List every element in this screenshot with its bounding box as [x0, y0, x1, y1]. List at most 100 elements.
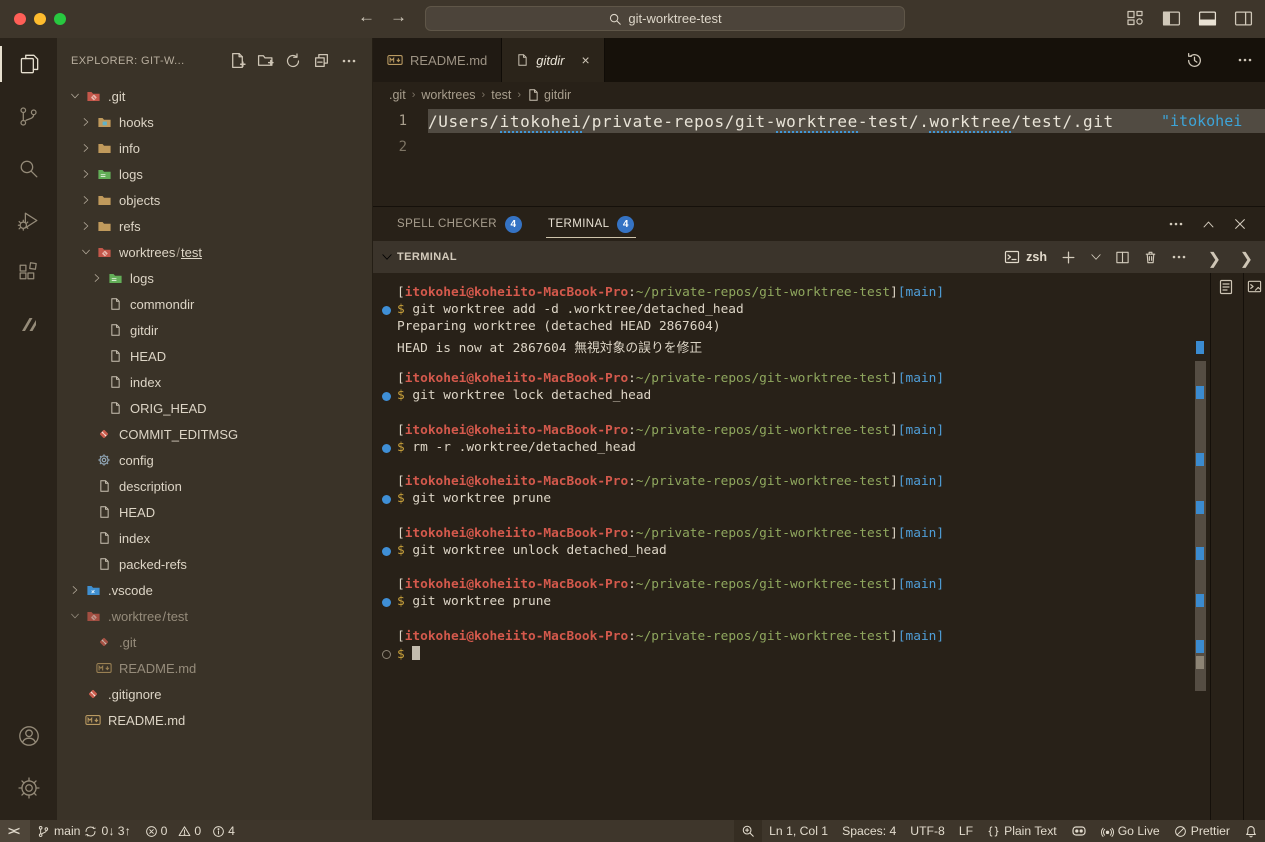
statusbar-language-mode[interactable]: Plain Text: [980, 820, 1064, 842]
tree-item-hooks[interactable]: hooks: [57, 109, 372, 135]
tree-item-worktrees[interactable]: worktrees/test: [57, 239, 372, 265]
tab-readme.md[interactable]: README.md: [373, 38, 502, 82]
statusbar-indentation[interactable]: Spaces: 4: [835, 820, 903, 842]
terminal-split-pane[interactable]: [1210, 273, 1243, 821]
remote-indicator[interactable]: ><: [0, 820, 30, 842]
tree-item-packed-refs[interactable]: packed-refs: [57, 551, 372, 577]
tree-item-worktree[interactable]: .worktree/test: [57, 603, 372, 629]
tree-item-info[interactable]: info: [57, 135, 372, 161]
chevron-right-icon[interactable]: [77, 166, 94, 182]
chevron-right-icon[interactable]: [77, 140, 94, 156]
chevron-right-icon[interactable]: ❯: [1208, 249, 1221, 269]
statusbar-encoding[interactable]: UTF-8: [903, 820, 952, 842]
chevron-down-icon[interactable]: [77, 244, 94, 260]
forward-button[interactable]: →: [390, 7, 407, 27]
new-file-icon[interactable]: [228, 52, 246, 70]
chevron-down-icon[interactable]: [66, 608, 83, 624]
command-center-search[interactable]: git-worktree-test: [425, 6, 905, 31]
tree-item-git[interactable]: .git: [57, 83, 372, 109]
more-actions-icon[interactable]: [1237, 52, 1253, 68]
activity-bar-extensions[interactable]: [0, 246, 57, 298]
breadcrumb-item[interactable]: .git: [389, 88, 406, 102]
command-decoration[interactable]: [382, 650, 391, 659]
back-button[interactable]: ←: [358, 7, 375, 27]
statusbar-go-live[interactable]: Go Live: [1094, 820, 1167, 842]
chevron-right-icon[interactable]: ❯: [1240, 249, 1253, 269]
chevron-down-icon[interactable]: [66, 88, 83, 104]
tree-item-commondir[interactable]: commondir: [57, 291, 372, 317]
toggle-panel-icon[interactable]: [1197, 8, 1217, 28]
activity-bar-accounts[interactable]: [0, 710, 57, 762]
tree-item-logs[interactable]: logs: [57, 161, 372, 187]
activity-bar-run-debug[interactable]: [0, 194, 57, 246]
breadcrumb-item[interactable]: worktrees: [421, 88, 475, 102]
chevron-down-icon[interactable]: [1090, 251, 1102, 263]
statusbar-eol[interactable]: LF: [952, 820, 980, 842]
chevron-right-icon[interactable]: [77, 192, 94, 208]
command-decoration[interactable]: [382, 392, 391, 401]
activity-bar-search[interactable]: [0, 142, 57, 194]
tree-item-git[interactable]: .git: [57, 629, 372, 655]
new-terminal-icon[interactable]: [1060, 249, 1077, 266]
refresh-icon[interactable]: [284, 52, 302, 70]
statusbar-cursor-position[interactable]: Ln 1, Col 1: [762, 820, 835, 842]
command-decoration[interactable]: [382, 444, 391, 453]
tree-item-readme.md[interactable]: README.md: [57, 655, 372, 681]
close-icon[interactable]: [1233, 217, 1247, 231]
chevron-right-icon[interactable]: [88, 270, 105, 286]
panel-tab-terminal[interactable]: TERMINAL4: [548, 207, 634, 241]
chevron-right-icon[interactable]: [77, 218, 94, 234]
terminal[interactable]: [itokohei@koheiito-MacBook-Pro:~/private…: [373, 273, 1210, 821]
history-icon[interactable]: [1186, 52, 1203, 69]
editor-line[interactable]: 2: [373, 134, 1265, 160]
toggle-secondary-sidebar-icon[interactable]: [1233, 8, 1253, 28]
tree-item-head[interactable]: HEAD: [57, 499, 372, 525]
collapse-all-icon[interactable]: [312, 52, 330, 70]
tree-item-objects[interactable]: objects: [57, 187, 372, 213]
tree-item-readme.md[interactable]: README.md: [57, 707, 372, 733]
chevron-right-icon[interactable]: [77, 114, 94, 130]
activity-bar-source-control[interactable]: [0, 90, 57, 142]
statusbar-zoom-indicator[interactable]: [734, 820, 762, 842]
minimize-window-button[interactable]: [34, 13, 46, 25]
editor-content[interactable]: 1/Users/itokohei/private-repos/git-workt…: [373, 108, 1265, 206]
zoom-window-button[interactable]: [54, 13, 66, 25]
tree-item-orig_head[interactable]: ORIG_HEAD: [57, 395, 372, 421]
tree-item-description[interactable]: description: [57, 473, 372, 499]
tree-item-config[interactable]: config: [57, 447, 372, 473]
tree-item-index[interactable]: index: [57, 525, 372, 551]
statusbar-notifications[interactable]: [1237, 820, 1265, 842]
activity-bar-live-server[interactable]: [0, 298, 57, 350]
more-actions-icon[interactable]: [340, 52, 358, 70]
terminal-split-pane[interactable]: [1243, 273, 1265, 821]
problems-status[interactable]: 004: [138, 820, 249, 842]
chevron-right-icon[interactable]: [66, 582, 83, 598]
tree-item-logs[interactable]: logs: [57, 265, 372, 291]
tree-item-head[interactable]: HEAD: [57, 343, 372, 369]
shell-indicator[interactable]: zsh: [1004, 249, 1047, 265]
command-decoration[interactable]: [382, 547, 391, 556]
command-decoration[interactable]: [382, 495, 391, 504]
tree-item-gitdir[interactable]: gitdir: [57, 317, 372, 343]
split-icon[interactable]: [1115, 250, 1130, 265]
breadcrumb-item[interactable]: test: [491, 88, 511, 102]
command-decoration[interactable]: [382, 598, 391, 607]
close-tab-button[interactable]: ×: [581, 52, 589, 68]
tab-gitdir[interactable]: gitdir×: [502, 38, 604, 82]
statusbar-copilot[interactable]: [1064, 820, 1094, 842]
breadcrumb-item[interactable]: gitdir: [544, 88, 571, 102]
breadcrumb[interactable]: .git›worktrees›test›gitdir: [373, 82, 1265, 108]
tree-item-refs[interactable]: refs: [57, 213, 372, 239]
toggle-sidebar-icon[interactable]: [1161, 8, 1181, 28]
tree-item-index[interactable]: index: [57, 369, 372, 395]
more-actions-icon[interactable]: [1168, 216, 1184, 232]
command-decoration[interactable]: [382, 306, 391, 315]
activity-bar-explorer[interactable]: [0, 38, 57, 90]
statusbar-prettier[interactable]: Prettier: [1167, 820, 1237, 842]
editor-line[interactable]: 1/Users/itokohei/private-repos/git-workt…: [373, 108, 1265, 134]
close-window-button[interactable]: [14, 13, 26, 25]
tree-item-vscode[interactable]: .vscode: [57, 577, 372, 603]
layout-customize-icon[interactable]: [1125, 8, 1145, 28]
tree-item-gitignore[interactable]: .gitignore: [57, 681, 372, 707]
more-actions-icon[interactable]: [1171, 249, 1187, 265]
